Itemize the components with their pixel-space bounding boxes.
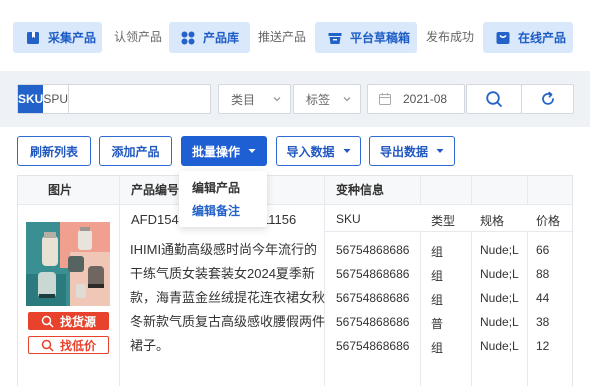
calendar-icon [379,93,391,105]
variant-spec: Nude;L [480,291,519,305]
variant-sku: 56754868686 [336,243,410,257]
column-divider [471,176,472,205]
product-photo [26,222,110,306]
batch-operation-menu: 编辑产品 编辑备注 [179,171,267,227]
step-push-label: 推送产品 [258,30,307,44]
search-group: SKU SPU [17,84,237,114]
product-table: 图片 产品编号 变种信息 找货源 找低价 AFD1545 11156 IHIMI… [17,175,573,386]
export-data-button[interactable]: 导出数据 [369,136,455,166]
variant-spec: Nude;L [480,339,519,353]
column-divider [527,231,528,386]
variant-sku: 56754868686 [336,291,410,305]
batch-operation-button[interactable]: 批量操作 [181,136,267,166]
chevron-down-icon [273,97,281,102]
chevron-down-icon [343,97,351,102]
grid-icon [180,30,196,46]
search-input[interactable] [69,85,237,113]
variant-sku: 56754868686 [336,267,410,281]
import-data-label: 导入数据 [286,144,335,159]
refresh-icon [541,91,554,105]
variant-price: 38 [536,315,550,329]
category-select[interactable]: 类目 [218,84,291,114]
find-source-button[interactable]: 找货源 [28,312,109,330]
variant-price: 44 [536,291,550,305]
batch-operation-label: 批量操作 [191,144,240,159]
step-library-label: 产品库 [203,31,240,45]
header-image: 图片 [48,183,73,197]
cart-icon [495,30,511,46]
variant-sku: 56754868686 [336,339,410,353]
header-product-code: 产品编号 [131,183,180,197]
category-select-label: 类目 [231,92,256,107]
variant-type: 组 [431,269,444,283]
step-drafts-button[interactable]: 平台草稿箱 [315,22,417,53]
variant-type: 组 [431,293,444,307]
variant-header-type: 类型 [431,214,456,228]
step-collect-label: 采集产品 [48,31,97,45]
search-icon [41,339,54,352]
search-icon [486,91,502,107]
step-drafts-label: 平台草稿箱 [350,31,411,45]
variant-price: 66 [536,243,550,257]
variant-spec: Nude;L [480,267,519,281]
step-publish-ok-label: 发布成功 [426,30,475,44]
variant-spec: Nude;L [480,243,519,257]
variant-price: 12 [536,339,550,353]
caret-down-icon [248,149,256,153]
tag-select[interactable]: 标签 [293,84,361,114]
column-divider [527,176,528,205]
tab-sku[interactable]: SKU [18,85,44,113]
step-claim-label: 认领产品 [114,30,163,44]
variant-sku: 56754868686 [336,315,410,329]
variant-spec: Nude;L [480,315,519,329]
import-data-button[interactable]: 导入数据 [276,136,361,166]
step-online-button[interactable]: 在线产品 [483,22,573,53]
tag-select-label: 标签 [306,92,331,107]
product-code-right: 11156 [262,212,297,227]
workflow-steps: 采集产品 认领产品 产品库 推送产品 平台草稿箱 发布成功 在线产品 [0,0,590,62]
export-data-label: 导出数据 [379,144,428,159]
find-source-label: 找货源 [59,314,96,329]
refresh-button[interactable] [521,84,574,114]
search-button[interactable] [466,84,522,114]
step-library-button[interactable]: 产品库 [169,22,250,53]
variant-header-sku: SKU [336,212,361,226]
caret-down-icon [436,149,444,153]
menu-item-edit-product[interactable]: 编辑产品 [192,179,240,196]
variant-type: 组 [431,245,444,259]
variant-type: 组 [431,341,444,355]
variant-price: 88 [536,267,550,281]
product-title: IHIMI通勤高级感时尚今年流行的干练气质女装套装女2024夏季新款，海青蓝金丝… [130,242,326,353]
menu-item-edit-remark[interactable]: 编辑备注 [192,202,240,219]
column-divider [420,176,421,205]
filter-bar: SKU SPU 类目 标签 2021-08 [0,71,590,127]
header-variant-info: 变种信息 [336,183,385,197]
tab-spu[interactable]: SPU [43,85,70,113]
add-product-button[interactable]: 添加产品 [99,136,172,166]
step-online-label: 在线产品 [518,31,567,45]
find-lowest-price-button[interactable]: 找低价 [28,336,109,354]
date-picker[interactable]: 2021-08 [367,84,465,114]
variant-header-price: 价格 [536,214,561,228]
product-code-left: AFD1545 [131,212,186,227]
variant-type: 普 [431,317,444,331]
product-image[interactable] [26,222,110,306]
find-lowest-price-label: 找低价 [59,338,96,353]
search-icon [41,315,54,328]
refresh-list-button[interactable]: 刷新列表 [17,136,91,166]
caret-down-icon [343,149,350,153]
step-collect-button[interactable]: 采集产品 [13,22,102,53]
row-divider [324,231,572,232]
bookmark-icon [25,30,41,46]
column-divider [119,176,120,386]
column-divider [471,231,472,386]
tray-icon [327,30,343,46]
variant-header-spec: 规格 [480,214,505,228]
date-value: 2021-08 [403,92,448,106]
table-header: 图片 产品编号 变种信息 [18,176,572,205]
